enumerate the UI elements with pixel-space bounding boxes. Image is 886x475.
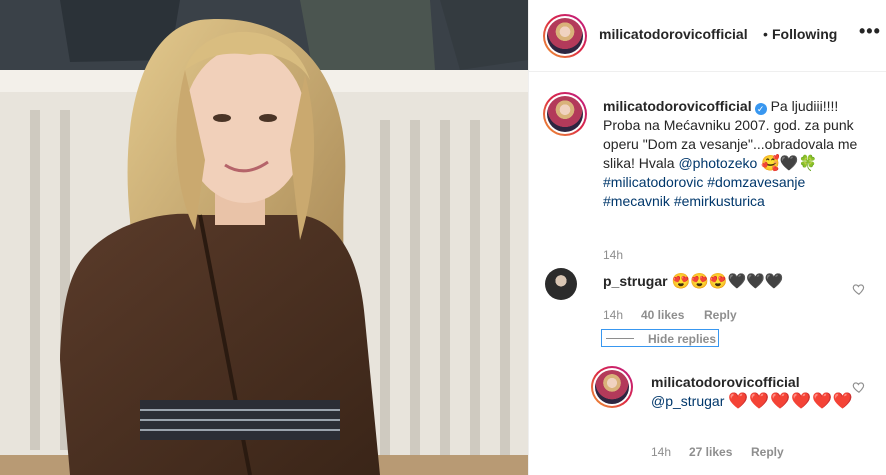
- reply-mention[interactable]: @p_strugar: [651, 393, 724, 409]
- comment-body: p_strugar 😍😍😍🖤🖤🖤: [603, 272, 784, 290]
- more-options-icon[interactable]: •••: [859, 21, 881, 42]
- post-caption: milicatodorovicofficial ✓ Pa ljudiii!!!! P…: [603, 97, 875, 211]
- post-photo-image: [0, 0, 528, 475]
- author-avatar[interactable]: [543, 14, 587, 58]
- post-header: milicatodorovicofficial • Following •••: [529, 0, 886, 72]
- hashtag-link[interactable]: #emirkusturica: [674, 193, 765, 209]
- reply-time[interactable]: 14h: [651, 445, 671, 459]
- hashtag-link[interactable]: #domzavesanje: [707, 174, 805, 190]
- caption-username[interactable]: milicatodorovicofficial: [603, 98, 752, 114]
- reply-body: @p_strugar ❤️❤️❤️❤️❤️❤️: [651, 392, 861, 411]
- following-button[interactable]: Following: [772, 26, 837, 42]
- reply-username[interactable]: milicatodorovicofficial: [651, 374, 800, 390]
- heart-outline-icon[interactable]: [852, 380, 866, 394]
- comment-time[interactable]: 14h: [603, 308, 623, 322]
- caption-mention[interactable]: @photozeko: [678, 155, 757, 171]
- hide-replies-button[interactable]: Hide replies: [601, 329, 720, 347]
- caption-time[interactable]: 14h: [603, 248, 623, 262]
- hide-replies-label: Hide replies: [648, 332, 717, 346]
- reply-avatar[interactable]: [591, 366, 633, 408]
- heart-outline-icon[interactable]: [852, 282, 866, 296]
- caption-emojis: 🥰🖤🍀: [761, 155, 818, 172]
- follow-separator: •: [763, 26, 768, 42]
- comment-likes[interactable]: 40 likes: [641, 308, 684, 322]
- comment-text: 😍😍😍🖤🖤🖤: [671, 273, 784, 290]
- post-photo[interactable]: [0, 0, 528, 475]
- post-viewer: milicatodorovicofficial • Following ••• …: [0, 0, 886, 475]
- post-side-panel: milicatodorovicofficial • Following ••• …: [528, 0, 886, 475]
- reply-hearts: ❤️❤️❤️❤️❤️❤️: [728, 393, 854, 410]
- caption-avatar[interactable]: [543, 92, 587, 136]
- verified-badge-icon: ✓: [754, 103, 767, 115]
- comment-reply-button[interactable]: Reply: [704, 308, 737, 322]
- hide-replies-line: [606, 338, 634, 339]
- hashtag-link[interactable]: #mecavnik: [603, 193, 670, 209]
- author-username[interactable]: milicatodorovicofficial: [599, 26, 748, 42]
- comment-username[interactable]: p_strugar: [603, 273, 668, 289]
- reply-reply-button[interactable]: Reply: [751, 445, 784, 459]
- reply-likes[interactable]: 27 likes: [689, 445, 732, 459]
- hashtag-link[interactable]: #milicatodorovic: [603, 174, 703, 190]
- commenter-avatar[interactable]: [545, 268, 577, 300]
